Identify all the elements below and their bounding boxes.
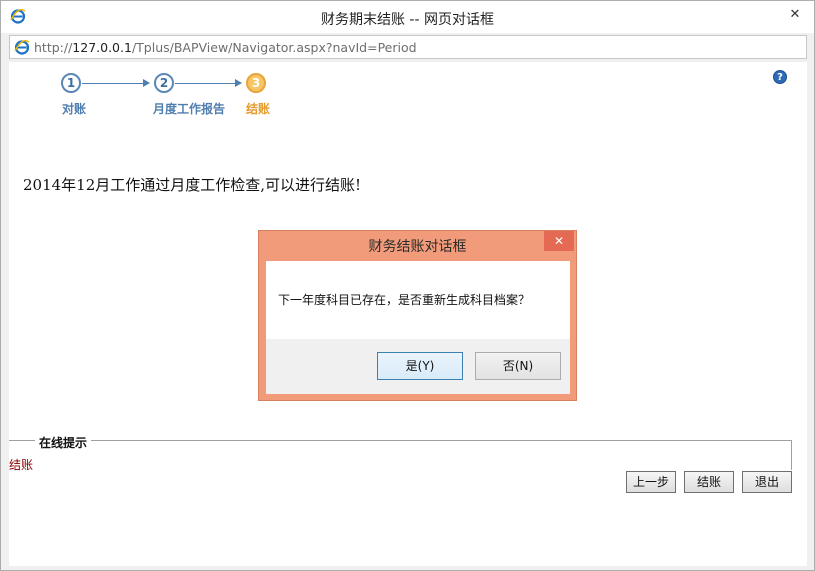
status-message: 2014年12月工作通过月度工作检查,可以进行结账! [23,176,362,194]
step-1-label[interactable]: 对账 [62,100,86,117]
url-path: /Tplus/BAPView/Navigator.aspx?navId=Peri… [131,40,417,55]
arrow-right-icon [143,79,150,87]
dialog-window: 财务期末结账 -- 网页对话框 ✕ http://127.0.0.1/Tplus… [0,0,815,571]
hint-text: 结账 [9,458,34,472]
hint-legend: 在线提示 [35,434,92,451]
arrow-right-icon [235,79,242,87]
window-close-button[interactable]: ✕ [782,5,808,25]
exit-button[interactable]: 退出 [742,471,792,493]
prev-step-button[interactable]: 上一步 [626,471,676,493]
step-2-circle: 2 [154,73,174,93]
url-prefix: http:// [34,40,73,55]
url-host: 127.0.0.1 [72,40,132,55]
address-bar[interactable]: http://127.0.0.1/Tplus/BAPView/Navigator… [9,35,807,59]
step-connector-2 [175,83,237,84]
dialog-body: 下一年度科目已存在，是否重新生成科目档案？ 是(Y) 否(N) [266,261,570,394]
dialog-message: 下一年度科目已存在，是否重新生成科目档案？ [278,293,531,307]
dialog-close-button[interactable]: ✕ [544,231,574,251]
yes-button[interactable]: 是(Y) [377,352,463,380]
address-url: http://127.0.0.1/Tplus/BAPView/Navigator… [34,40,417,55]
dialog-message-area: 下一年度科目已存在，是否重新生成科目档案？ [266,261,570,339]
step-connector-1 [82,83,145,84]
hint-fieldset [9,440,792,470]
help-icon[interactable]: ? [773,70,787,84]
step-3-label[interactable]: 结账 [246,100,270,117]
dialog-title: 财务结账对话框 [368,239,467,255]
window-titlebar: 财务期末结账 -- 网页对话框 ✕ [1,1,814,33]
step-2-label[interactable]: 月度工作报告 [153,100,225,117]
window-title: 财务期末结账 -- 网页对话框 [320,12,494,28]
no-button[interactable]: 否(N) [475,352,561,380]
confirm-dialog: 财务结账对话框 ✕ 下一年度科目已存在，是否重新生成科目档案？ 是(Y) 否(N… [258,230,577,401]
close-period-button[interactable]: 结账 [684,471,734,493]
step-1-circle: 1 [61,73,81,93]
step-3-circle: 3 [246,73,266,93]
ie-page-icon [14,39,30,55]
page-content: 1 对账 2 月度工作报告 3 结账 ? 2014年12月工作通过月度工作检查,… [9,62,807,566]
